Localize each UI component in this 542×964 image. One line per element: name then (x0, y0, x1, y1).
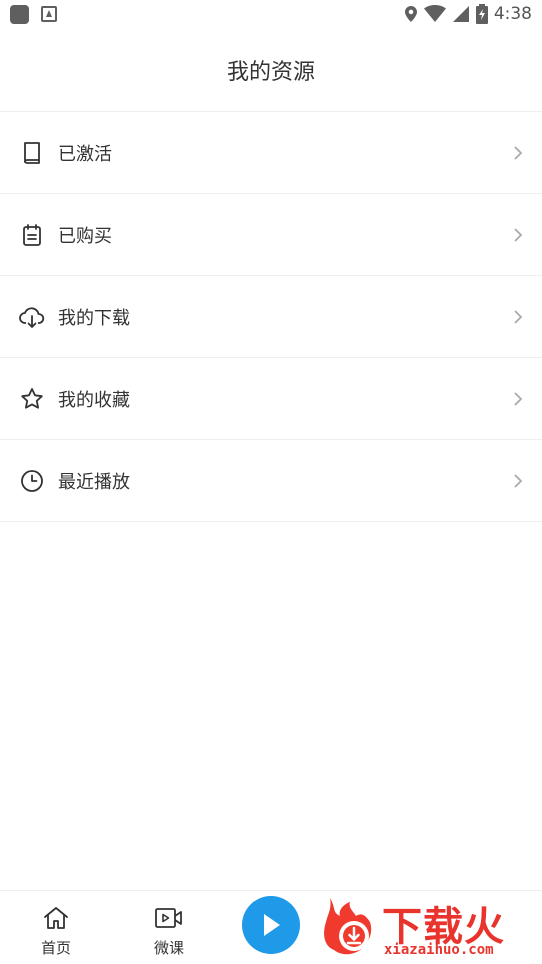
menu-item-label: 已激活 (58, 143, 112, 165)
menu-item-recent[interactable]: 最近播放 (0, 440, 542, 522)
keyboard-notification-icon (41, 6, 57, 22)
nav-home[interactable]: 首页 (20, 903, 92, 963)
title-bar: 我的资源 (0, 28, 542, 112)
menu-item-label: 最近播放 (58, 471, 130, 493)
chevron-right-icon (510, 145, 526, 161)
home-icon (41, 903, 71, 933)
menu-item-downloads[interactable]: 我的下载 (0, 276, 542, 358)
chevron-right-icon (510, 391, 526, 407)
clipboard-icon (18, 221, 46, 249)
battery-icon (475, 4, 488, 24)
flame-logo-icon (324, 898, 372, 955)
menu-item-label: 我的收藏 (58, 389, 130, 411)
play-button[interactable] (242, 896, 300, 954)
star-icon (18, 385, 46, 413)
status-left (10, 4, 57, 24)
status-right: 4:38 (404, 4, 532, 24)
resource-menu: 已激活 已购买 我的下载 我的收藏 最近播放 (0, 112, 542, 522)
menu-item-activated[interactable]: 已激活 (0, 112, 542, 194)
status-bar: 4:38 (0, 0, 542, 28)
video-icon (154, 903, 184, 933)
play-icon (264, 914, 280, 936)
book-icon (18, 139, 46, 167)
menu-item-label: 我的下载 (58, 307, 130, 329)
screen: 4:38 我的资源 已激活 已购买 我的下载 我的收藏 最近播放 首页 微课 下… (0, 0, 542, 964)
watermark: 下载火 xiazaihuo.com (320, 892, 542, 964)
cloud-download-icon (18, 303, 46, 331)
nav-lesson[interactable]: 微课 (133, 903, 205, 963)
app-notification-icon (10, 4, 29, 24)
menu-item-favorites[interactable]: 我的收藏 (0, 358, 542, 440)
chevron-right-icon (510, 309, 526, 325)
page-title: 我的资源 (226, 59, 315, 85)
chevron-right-icon (510, 473, 526, 489)
menu-item-purchased[interactable]: 已购买 (0, 194, 542, 276)
status-time: 4:38 (493, 4, 532, 24)
nav-home-label: 首页 (40, 939, 71, 957)
wifi-icon (423, 5, 446, 22)
nav-lesson-label: 微课 (153, 939, 184, 957)
signal-icon (452, 6, 469, 22)
watermark-url: xiazaihuo.com (384, 942, 494, 958)
menu-item-label: 已购买 (58, 225, 112, 247)
chevron-right-icon (510, 227, 526, 243)
clock-icon (18, 467, 46, 495)
location-icon (404, 6, 417, 22)
